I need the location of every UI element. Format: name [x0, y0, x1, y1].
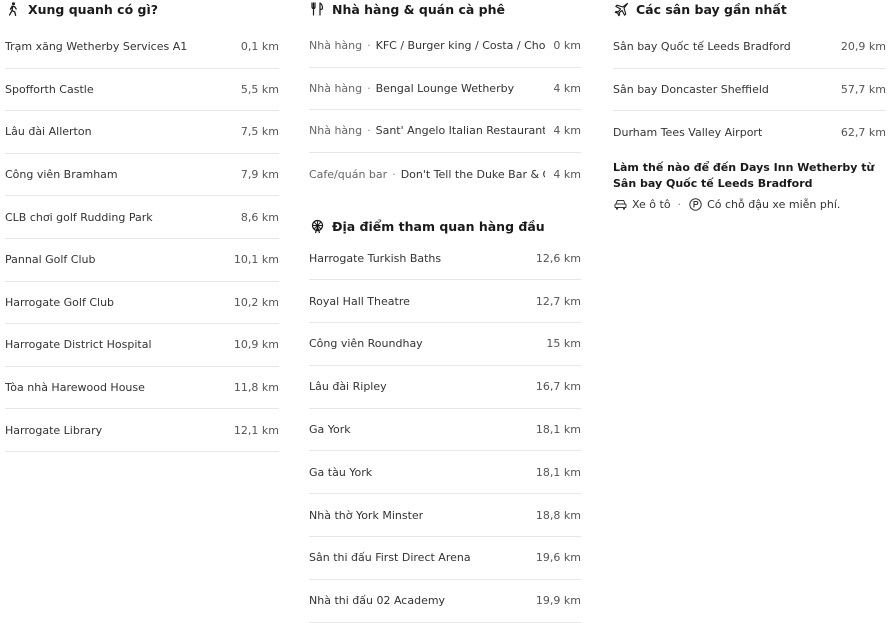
list-item[interactable]: Sân bay Quốc tế Leeds Bradford 20,9 km: [613, 26, 886, 69]
transport-separator: ·: [677, 198, 682, 212]
ferris-wheel-icon: [309, 218, 325, 234]
transport-info: Xe ô tô · Có chỗ đậu xe miễn phí.: [613, 198, 886, 212]
list-item[interactable]: Harrogate Golf Club 10,2 km: [5, 282, 279, 325]
list-item[interactable]: Công viên Roundhay 15 km: [309, 323, 581, 366]
nearby-list: Trạm xăng Wetherby Services A1 0,1 km Spo…: [5, 26, 279, 452]
fork-knife-icon: [309, 1, 325, 17]
list-item[interactable]: Nhà hàng · Sant' Angelo Italian Restaurant…: [309, 110, 581, 153]
airports-title: Các sân bay gần nhất: [636, 1, 787, 17]
list-item[interactable]: Spofforth Castle 5,5 km: [5, 69, 279, 112]
person-walking-icon: [5, 1, 21, 17]
airports-list: Sân bay Quốc tế Leeds Bradford 20,9 km Sâ…: [613, 26, 886, 154]
car-icon: [613, 198, 627, 212]
list-item[interactable]: Lâu đài Allerton 7,5 km: [5, 111, 279, 154]
list-item[interactable]: Harrogate Turkish Baths 12,6 km: [309, 237, 581, 281]
list-item[interactable]: Tòa nhà Harewood House 11,8 km: [5, 367, 279, 410]
attractions-header: Địa điểm tham quan hàng đầu: [309, 217, 581, 235]
dining-header: Nhà hàng & quán cà phê: [309, 0, 581, 18]
nearby-header: Xung quanh có gì?: [5, 0, 279, 18]
dining-list: Nhà hàng · KFC / Burger king / Costa / Cho…: [309, 25, 581, 195]
nearby-section: Xung quanh có gì? Trạm xăng Wetherby Ser…: [5, 0, 279, 452]
list-item[interactable]: Pannal Golf Club 10,1 km: [5, 239, 279, 282]
attractions-list: Harrogate Turkish Baths 12,6 km Royal Hal…: [309, 237, 581, 623]
airports-header: Các sân bay gần nhất: [613, 0, 886, 18]
list-item[interactable]: Nhà thi đấu 02 Academy 19,9 km: [309, 580, 581, 623]
parking-icon: [688, 198, 702, 212]
airports-section: Các sân bay gần nhất Sân bay Quốc tế Lee…: [613, 0, 886, 212]
dining-title: Nhà hàng & quán cà phê: [332, 1, 505, 17]
directions-title: Làm thế nào để đến Days Inn Wetherby từ …: [613, 160, 875, 190]
list-item[interactable]: Nhà hàng · KFC / Burger king / Costa / Cho…: [309, 25, 581, 68]
list-item[interactable]: Lâu đài Ripley 16,7 km: [309, 366, 581, 409]
list-item[interactable]: Nhà thờ York Minster 18,8 km: [309, 494, 581, 537]
list-item[interactable]: Harrogate District Hospital 10,9 km: [5, 324, 279, 367]
list-item[interactable]: Sân thi đấu First Direct Arena 19,6 km: [309, 537, 581, 580]
attractions-title: Địa điểm tham quan hàng đầu: [332, 218, 545, 234]
list-item[interactable]: Ga York 18,1 km: [309, 409, 581, 452]
list-item[interactable]: Trạm xăng Wetherby Services A1 0,1 km: [5, 26, 279, 69]
list-item[interactable]: Ga tàu York 18,1 km: [309, 451, 581, 495]
parking-label: Có chỗ đậu xe miễn phí.: [707, 198, 841, 212]
list-item[interactable]: Durham Tees Valley Airport 62,7 km: [613, 111, 886, 154]
nearby-title: Xung quanh có gì?: [28, 1, 158, 17]
list-item[interactable]: Sân bay Doncaster Sheffield 57,7 km: [613, 69, 886, 112]
car-label: Xe ô tô: [632, 198, 671, 212]
list-item[interactable]: Cafe/quán bar · Don't Tell the Duke Bar & …: [309, 153, 581, 196]
list-item[interactable]: CLB chơi golf Rudding Park 8,6 km: [5, 196, 279, 239]
list-item[interactable]: Royal Hall Theatre 12,7 km: [309, 280, 581, 323]
list-item[interactable]: Công viên Bramham 7,9 km: [5, 154, 279, 197]
airplane-icon: [613, 1, 629, 17]
list-item[interactable]: Harrogate Library 12,1 km: [5, 409, 279, 452]
dining-section: Nhà hàng & quán cà phê Nhà hàng · KFC / Bu…: [309, 0, 581, 623]
list-item[interactable]: Nhà hàng · Bengal Lounge Wetherby 4 km: [309, 68, 581, 111]
